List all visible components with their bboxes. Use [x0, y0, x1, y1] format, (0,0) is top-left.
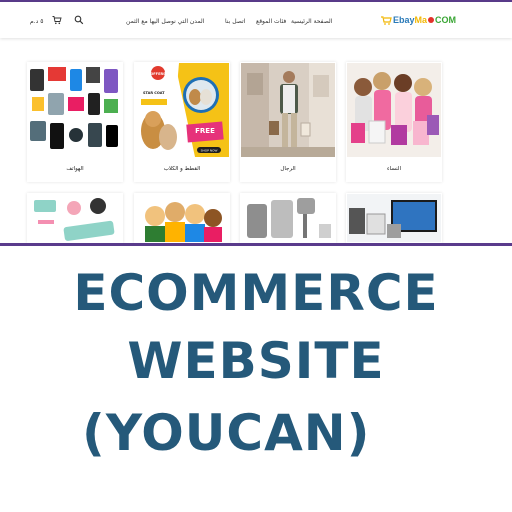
pet-free-text: FREE [195, 127, 215, 135]
logo-text-part3: COM [435, 15, 457, 25]
category-card-phones[interactable]: الهواتف [27, 62, 123, 182]
pet-star-text: STAR COAT [143, 91, 165, 95]
pet-offers-badge: OFFERS [150, 72, 166, 76]
category-card-kids[interactable] [134, 193, 230, 243]
logo-dot [428, 17, 435, 23]
site-header: Ebay Ma COM الصفحة الرئيسية فئات الموقع … [0, 2, 512, 38]
pet-shop-text: SHOP NOW [201, 149, 218, 153]
kitchen-appliances-image [241, 194, 335, 242]
fitness-image [28, 194, 122, 242]
category-label-pets: القطط و الكلاب [163, 166, 201, 172]
cart-icon[interactable] [52, 15, 62, 25]
category-card-men[interactable]: الرجال [240, 62, 336, 182]
nav-categories[interactable]: فئات الموقع [256, 18, 286, 25]
women-shopping-image [347, 63, 441, 157]
category-card-electronics[interactable] [346, 193, 442, 243]
cart-total: ٥ د.م [30, 18, 44, 25]
site-logo[interactable]: Ebay Ma COM [381, 13, 456, 27]
kids-image [135, 194, 229, 242]
logo-text-part1: Ebay [393, 15, 415, 25]
category-card-kitchen[interactable] [240, 193, 336, 243]
category-label-men: الرجال [280, 166, 296, 172]
logo-text-part2: Ma [414, 15, 428, 25]
category-card-women[interactable]: النساء [346, 62, 442, 182]
phones-image [28, 63, 122, 157]
nav-delivery-cities[interactable]: المدن التي نوصل اليها مع الثمن [126, 18, 204, 25]
men-fashion-image [241, 63, 335, 157]
category-label-women: النساء [386, 166, 402, 172]
pets-offer-image: OFFERS STAR COAT FREE SHOP NOW [135, 63, 229, 157]
electronics-image [347, 194, 441, 242]
category-card-fitness[interactable] [27, 193, 123, 243]
category-card-pets[interactable]: OFFERS STAR COAT FREE SHOP NOW القطط و ا… [134, 62, 230, 182]
overlay-title-line1: ECOMMERCE [73, 264, 439, 322]
search-icon[interactable] [74, 15, 84, 25]
logo-cart-icon [381, 15, 392, 25]
nav-home[interactable]: الصفحة الرئيسية [291, 18, 332, 25]
nav-contact[interactable]: اتصل بنا [225, 18, 245, 25]
overlay-divider-line [0, 243, 512, 246]
category-label-phones: الهواتف [66, 166, 84, 172]
overlay-title-line3: (YOUCAN) [82, 404, 371, 462]
overlay-title-line2: WEBSITE [127, 332, 385, 390]
